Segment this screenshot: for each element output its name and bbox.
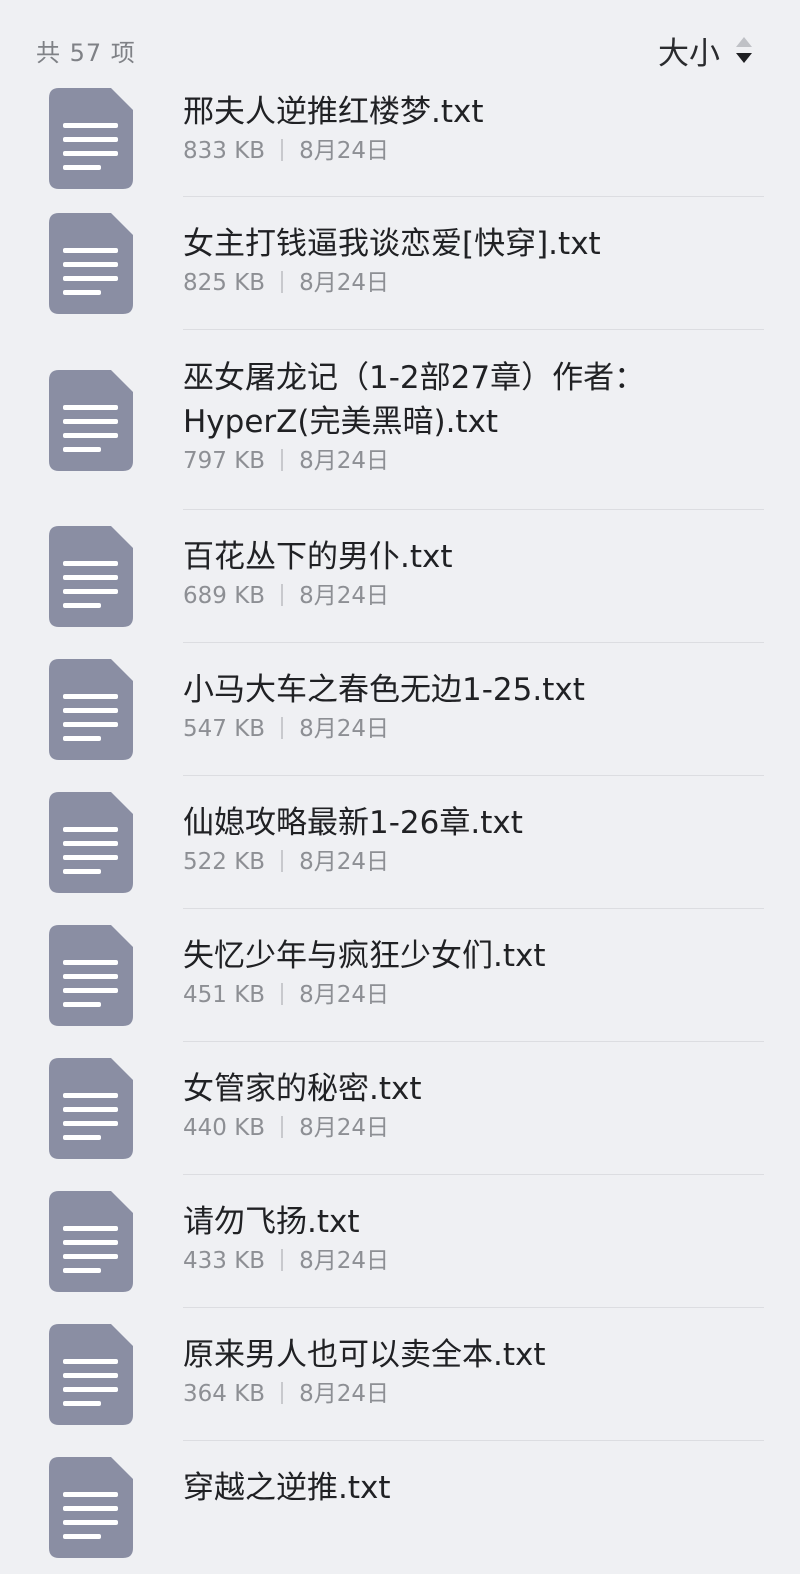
- file-size: 364 KB: [183, 1381, 266, 1407]
- file-size: 440 KB: [183, 1115, 266, 1141]
- file-name: 穿越之逆推.txt: [183, 1470, 391, 1506]
- file-meta: 440 KB 8月24日: [183, 1113, 760, 1143]
- file-size: 825 KB: [183, 270, 266, 296]
- file-meta: 547 KB 8月24日: [183, 714, 760, 744]
- meta-separator: [281, 1116, 284, 1138]
- list-item[interactable]: 仙媳攻略最新1-26章.txt 522 KB 8月24日: [0, 776, 800, 909]
- file-size: 522 KB: [183, 849, 266, 875]
- meta-separator: [281, 584, 284, 606]
- meta-separator: [281, 983, 284, 1005]
- file-size: 797 KB: [183, 448, 266, 474]
- file-name: 邢夫人逆推红楼梦.txt: [183, 94, 484, 130]
- file-date: 8月24日: [299, 1115, 389, 1141]
- file-name: 小马大车之春色无边1-25.txt: [183, 672, 585, 708]
- file-name: 女管家的秘密.txt: [183, 1071, 422, 1107]
- file-meta: 833 KB 8月24日: [183, 136, 760, 166]
- file-size: 451 KB: [183, 982, 266, 1008]
- meta-separator: [281, 717, 284, 739]
- list-item[interactable]: 原来男人也可以卖全本.txt 364 KB 8月24日: [0, 1308, 800, 1441]
- file-meta: 522 KB 8月24日: [183, 847, 760, 877]
- document-icon: [49, 526, 133, 627]
- list-item[interactable]: 巫女屠龙记（1-2部27章）作者：HyperZ(完美黑暗).txt 797 KB…: [0, 330, 800, 510]
- list-item[interactable]: 百花丛下的男仆.txt 689 KB 8月24日: [0, 510, 800, 643]
- document-icon: [49, 792, 133, 893]
- file-meta: 451 KB 8月24日: [183, 980, 760, 1010]
- file-date: 8月24日: [299, 849, 389, 875]
- file-size: 547 KB: [183, 716, 266, 742]
- file-meta: 689 KB 8月24日: [183, 581, 760, 611]
- file-date: 8月24日: [299, 583, 389, 609]
- document-icon: [49, 659, 133, 760]
- meta-separator: [281, 1382, 284, 1404]
- file-date: 8月24日: [299, 716, 389, 742]
- document-icon: [49, 88, 133, 189]
- file-name: 百花丛下的男仆.txt: [183, 539, 453, 575]
- list-item[interactable]: 邢夫人逆推红楼梦.txt 833 KB 8月24日: [0, 64, 800, 197]
- document-icon: [49, 213, 133, 314]
- meta-separator: [281, 1249, 284, 1271]
- document-icon: [49, 925, 133, 1026]
- file-meta: 825 KB 8月24日: [183, 268, 760, 298]
- list-item[interactable]: 请勿飞扬.txt 433 KB 8月24日: [0, 1175, 800, 1308]
- file-date: 8月24日: [299, 1248, 389, 1274]
- file-meta: 433 KB 8月24日: [183, 1246, 760, 1276]
- file-name: 原来男人也可以卖全本.txt: [183, 1337, 546, 1373]
- file-date: 8月24日: [299, 448, 389, 474]
- list-item[interactable]: 女管家的秘密.txt 440 KB 8月24日: [0, 1042, 800, 1175]
- item-count: 共 57 项: [36, 39, 136, 67]
- meta-separator: [281, 271, 284, 293]
- meta-separator: [281, 139, 284, 161]
- file-name: 巫女屠龙记（1-2部27章）作者：HyperZ(完美黑暗).txt: [183, 360, 646, 440]
- list-item[interactable]: 穿越之逆推.txt: [0, 1441, 800, 1574]
- document-icon: [49, 1457, 133, 1558]
- list-item[interactable]: 小马大车之春色无边1-25.txt 547 KB 8月24日: [0, 643, 800, 776]
- file-size: 433 KB: [183, 1248, 266, 1274]
- file-meta: 364 KB 8月24日: [183, 1379, 760, 1409]
- file-name: 失忆少年与疯狂少女们.txt: [183, 938, 546, 974]
- file-size: 833 KB: [183, 138, 266, 164]
- file-list: 邢夫人逆推红楼梦.txt 833 KB 8月24日 女主打钱逼我谈恋爱[快穿].t…: [0, 64, 800, 1574]
- file-date: 8月24日: [299, 982, 389, 1008]
- document-icon: [49, 1191, 133, 1292]
- file-name: 请勿飞扬.txt: [183, 1204, 360, 1240]
- list-item[interactable]: 失忆少年与疯狂少女们.txt 451 KB 8月24日: [0, 909, 800, 1042]
- meta-separator: [281, 449, 284, 471]
- file-meta: 797 KB 8月24日: [183, 446, 650, 476]
- document-icon: [49, 1058, 133, 1159]
- meta-separator: [281, 850, 284, 872]
- file-name: 女主打钱逼我谈恋爱[快穿].txt: [183, 226, 601, 262]
- document-icon: [49, 1324, 133, 1425]
- file-date: 8月24日: [299, 1381, 389, 1407]
- file-name: 仙媳攻略最新1-26章.txt: [183, 805, 523, 841]
- file-date: 8月24日: [299, 138, 389, 164]
- document-icon: [49, 370, 133, 471]
- file-date: 8月24日: [299, 270, 389, 296]
- sort-order-icon: [734, 33, 754, 67]
- list-item[interactable]: 女主打钱逼我谈恋爱[快穿].txt 825 KB 8月24日: [0, 197, 800, 330]
- file-size: 689 KB: [183, 583, 266, 609]
